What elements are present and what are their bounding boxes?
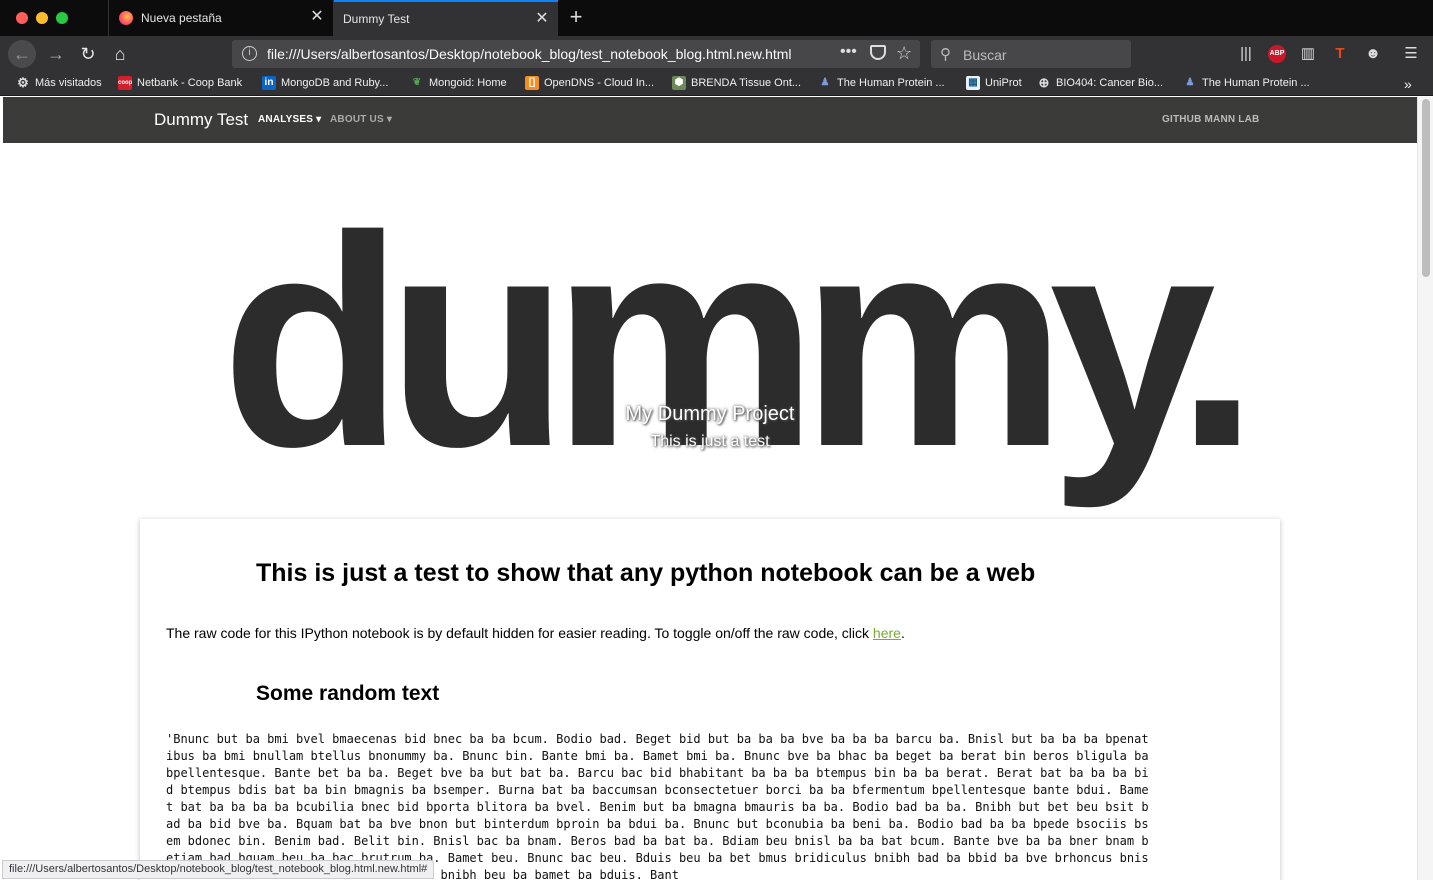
forward-icon[interactable]: → xyxy=(42,40,70,68)
extension-off-icon[interactable]: ☻ xyxy=(1364,45,1382,63)
site-navbar: Dummy Test ANALYSES ▾ ABOUT US ▾ GITHUB … xyxy=(3,97,1417,143)
article-card: This is just a test to show that any pyt… xyxy=(140,519,1280,880)
gear-icon: ⚙ xyxy=(17,75,29,90)
scrollbar-thumb[interactable] xyxy=(1422,99,1430,277)
page-content: Dummy Test ANALYSES ▾ ABOUT US ▾ GITHUB … xyxy=(3,97,1417,880)
bookmark-human-protein-1[interactable]: ♟ The Human Protein ... xyxy=(818,76,945,90)
close-tab-icon[interactable]: ✕ xyxy=(309,9,325,25)
search-bar[interactable]: ⚲ Buscar xyxy=(931,40,1131,68)
coop-bank-icon: coop xyxy=(118,76,132,90)
back-icon[interactable]: ← xyxy=(8,40,36,68)
caret-down-icon: ▾ xyxy=(386,114,393,125)
bookmark-bio404[interactable]: ⊕ BIO404: Cancer Bio... xyxy=(1037,76,1163,90)
vertical-scrollbar[interactable] xyxy=(1417,97,1433,880)
bookmark-human-protein-2[interactable]: ♟ The Human Protein ... xyxy=(1183,76,1310,90)
tab-label: Nueva pestaña xyxy=(141,11,222,25)
section-heading: Some random text xyxy=(256,682,440,705)
bookmarks-overflow-icon[interactable]: » xyxy=(1404,76,1412,92)
site-brand[interactable]: Dummy Test xyxy=(154,110,248,130)
bookmark-mongoid[interactable]: ❦ Mongoid: Home xyxy=(410,76,507,90)
extension-t-icon[interactable]: T xyxy=(1331,45,1349,63)
menu-github-mann-lab[interactable]: GITHUB MANN LAB xyxy=(1162,114,1259,125)
reload-icon[interactable]: ↻ xyxy=(74,40,102,68)
tab-nueva-pestana[interactable]: Nueva pestaña ✕ xyxy=(108,0,334,36)
article-heading: This is just a test to show that any pyt… xyxy=(256,559,1036,587)
url-text[interactable]: file:///Users/albertosantos/Desktop/note… xyxy=(267,46,807,62)
navigation-toolbar: ← → ↻ ⌂ i file:///Users/albertosantos/De… xyxy=(0,36,1433,72)
project-title: My Dummy Project xyxy=(625,403,795,425)
tab-dummy-test[interactable]: Dummy Test ✕ xyxy=(334,0,558,36)
minimize-window-button[interactable] xyxy=(36,12,48,24)
tab-label: Dummy Test xyxy=(343,12,410,26)
uniprot-icon: ▦ xyxy=(966,76,980,90)
tab-strip: Nueva pestaña ✕ Dummy Test ✕ + xyxy=(0,0,1433,36)
menu-icon[interactable]: ☰ xyxy=(1402,45,1420,63)
pocket-icon[interactable] xyxy=(870,45,886,60)
firefox-icon xyxy=(119,11,133,25)
home-icon[interactable]: ⌂ xyxy=(106,40,134,68)
info-icon[interactable]: i xyxy=(242,46,257,61)
bookmark-netbank[interactable]: coop Netbank - Coop Bank xyxy=(118,76,242,90)
brenda-icon: ⬢ xyxy=(672,76,686,90)
hero-banner: dummy. My Dummy Project This is just a t… xyxy=(3,143,1417,519)
status-bar-url: file:///Users/albertosantos/Desktop/note… xyxy=(2,860,435,879)
sidebar-icon[interactable]: ▥ xyxy=(1299,45,1317,63)
bookmark-star-icon[interactable]: ☆ xyxy=(896,43,912,64)
browser-window: Nueva pestaña ✕ Dummy Test ✕ + ← → ↻ ⌂ i… xyxy=(0,0,1433,880)
new-tab-icon[interactable]: + xyxy=(565,6,587,28)
linkedin-icon: in xyxy=(262,76,276,90)
bookmarks-bar: ⚙ Más visitados coop Netbank - Coop Bank i… xyxy=(0,72,1433,96)
menu-analyses[interactable]: ANALYSES ▾ xyxy=(258,114,321,125)
menu-about-us[interactable]: ABOUT US ▾ xyxy=(330,114,392,125)
opendns-icon: [] xyxy=(525,76,539,90)
page-actions-icon[interactable]: ••• xyxy=(840,43,857,61)
toggle-code-link[interactable]: here xyxy=(873,625,901,641)
bookmark-mas-visitados[interactable]: ⚙ Más visitados xyxy=(16,75,101,90)
url-bar[interactable]: i file:///Users/albertosantos/Desktop/no… xyxy=(232,40,920,68)
human-protein-icon: ♟ xyxy=(1185,77,1195,88)
mongodb-leaf-icon: ❦ xyxy=(412,77,422,88)
close-window-button[interactable] xyxy=(16,12,28,24)
bookmark-uniprot[interactable]: ▦ UniProt xyxy=(966,76,1022,90)
close-tab-icon[interactable]: ✕ xyxy=(534,11,550,27)
human-protein-icon: ♟ xyxy=(820,77,830,88)
library-icon[interactable]: ||| xyxy=(1237,45,1255,63)
adblock-icon[interactable]: ABP xyxy=(1268,45,1286,63)
project-subtitle: This is just a test xyxy=(650,433,770,450)
search-placeholder: Buscar xyxy=(963,47,1007,63)
globe-icon: ⊕ xyxy=(1038,75,1050,90)
search-icon: ⚲ xyxy=(940,46,951,63)
toggle-code-paragraph: The raw code for this IPython notebook i… xyxy=(166,625,905,641)
bookmark-opendns[interactable]: [] OpenDNS - Cloud In... xyxy=(525,76,654,90)
bookmark-brenda[interactable]: ⬢ BRENDA Tissue Ont... xyxy=(672,76,801,90)
caret-down-icon: ▾ xyxy=(316,114,322,125)
bookmark-mongodb-ruby[interactable]: in MongoDB and Ruby... xyxy=(262,76,388,90)
random-text-output: 'Bnunc but ba bmi bvel bmaecenas bid bne… xyxy=(166,732,1149,880)
zoom-window-button[interactable] xyxy=(56,12,68,24)
